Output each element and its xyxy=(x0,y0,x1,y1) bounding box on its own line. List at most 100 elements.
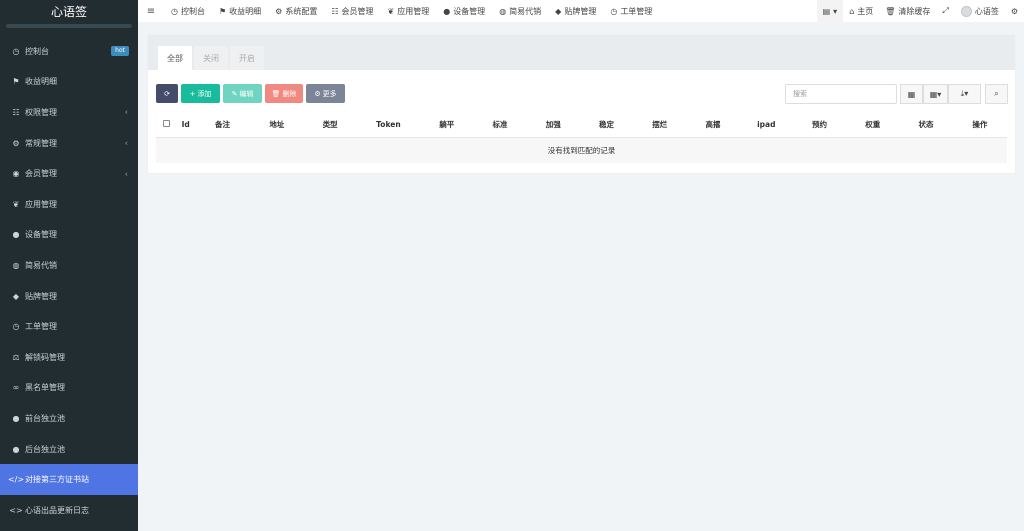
bicycle-icon: ∞ xyxy=(12,383,20,393)
gears-icon: ⚙ xyxy=(1010,6,1018,16)
delete-button[interactable]: 🗑 删除 xyxy=(265,84,303,103)
column-header[interactable]: 类型 xyxy=(303,113,357,138)
home-icon: ⌂ xyxy=(849,6,855,16)
status-tabs: 全部 关闭 开启 xyxy=(148,35,1015,70)
column-header[interactable]: 摆烂 xyxy=(633,113,687,138)
top-nav-item-6[interactable]: ◍ 简易代销 xyxy=(492,6,548,17)
download-icon: ⤓▾ xyxy=(960,89,969,98)
top-nav-item-5[interactable]: ● 设备管理 xyxy=(436,6,492,17)
user-circle-icon: ◉ xyxy=(12,169,20,179)
sidebar-item-label: 应用管理 xyxy=(25,199,57,209)
more-button[interactable]: ⚙ 更多 xyxy=(306,84,345,103)
clear-cache-button[interactable]: 🗑 清除缓存 xyxy=(879,0,936,22)
more-label: 更多 xyxy=(322,89,337,98)
sidebar-item-12[interactable]: ● 前台独立池 xyxy=(0,403,138,434)
sidebar-item-1[interactable]: ⚑ 收益明细 xyxy=(0,67,138,98)
user-menu[interactable]: 心语签 xyxy=(955,0,1005,22)
sidebar-item-label: 心语出品更新日志 xyxy=(25,505,89,515)
sidebar-item-label: 常规管理 xyxy=(25,138,57,148)
column-header[interactable]: 稳定 xyxy=(579,113,634,138)
sidebar-item-14[interactable]: </> 对接第三方证书站 xyxy=(0,464,138,495)
top-nav-label: 设备管理 xyxy=(453,6,486,16)
tags-icon: ◆ xyxy=(12,291,20,301)
column-header[interactable]: 地址 xyxy=(250,113,304,138)
table-toolbar: ⟳ + 添加 ✎ 编辑 🗑 删除 ⚙ 更多 搜索 ▦ ▦▾ ⤓▾ ⌕ xyxy=(148,70,1015,108)
sidebar-item-13[interactable]: ● 后台独立池 xyxy=(0,434,138,465)
menu-switch-button[interactable]: ▤ ▾ xyxy=(816,0,844,22)
refresh-icon: ⟳ xyxy=(164,89,170,98)
sidebar-toggle-icon[interactable]: ≡ xyxy=(138,6,164,17)
toggle-view-button[interactable]: ▦ xyxy=(900,84,923,104)
sidebar-item-15[interactable]: <> 心语出品更新日志 xyxy=(0,495,138,526)
tab-1[interactable]: 关闭 xyxy=(194,46,228,70)
column-header[interactable]: Token xyxy=(356,113,421,138)
chevron-left-icon: ‹ xyxy=(124,138,128,148)
hot-badge: hot xyxy=(111,46,129,57)
select-all-checkbox[interactable] xyxy=(162,120,170,128)
columns-button[interactable]: ▦▾ xyxy=(923,84,948,104)
sidebar-item-label: 前台独立池 xyxy=(25,413,65,423)
column-header[interactable]: 权重 xyxy=(846,113,900,138)
sidebar-item-label: 贴牌管理 xyxy=(25,291,57,301)
search-icon: ⌕ xyxy=(994,89,999,98)
settings-button[interactable]: ⚙ xyxy=(1005,0,1024,22)
gear-icon: ⚙ xyxy=(275,6,283,16)
sidebar-item-8[interactable]: ◆ 贴牌管理 xyxy=(0,281,138,312)
dashboard-icon: ◷ xyxy=(171,6,178,16)
sidebar-item-0[interactable]: ◷ 控制台 hot xyxy=(0,36,138,67)
sidebar-item-11[interactable]: ∞ 黑名单管理 xyxy=(0,373,138,404)
users-icon: ☷ xyxy=(331,6,339,16)
top-nav-label: 工单管理 xyxy=(620,6,653,16)
home-link[interactable]: ⌂ 主页 xyxy=(843,0,879,22)
column-header[interactable]: 躺平 xyxy=(420,113,474,138)
column-header[interactable]: 加强 xyxy=(526,113,580,138)
sidebar-item-6[interactable]: ● 设备管理 xyxy=(0,220,138,251)
edit-label: 编辑 xyxy=(239,89,254,98)
top-nav-item-0[interactable]: ◷ 控制台 xyxy=(164,6,212,17)
top-nav-item-4[interactable]: ❦ 应用管理 xyxy=(381,6,437,17)
refresh-button[interactable]: ⟳ xyxy=(156,84,178,103)
top-nav-item-7[interactable]: ◆ 贴牌管理 xyxy=(548,6,603,17)
sidebar-item-10[interactable]: ⚖ 解锁码管理 xyxy=(0,342,138,373)
column-header[interactable]: ipad xyxy=(739,113,793,138)
sidebar-item-4[interactable]: ◉ 会员管理 ‹ xyxy=(0,158,138,189)
top-nav-label: 会员管理 xyxy=(341,6,374,16)
top-nav-item-2[interactable]: ⚙ 系统配置 xyxy=(268,6,324,17)
column-header[interactable]: 标准 xyxy=(473,113,527,138)
top-nav-item-3[interactable]: ☷ 会员管理 xyxy=(324,6,380,17)
column-header[interactable]: Id xyxy=(176,113,195,138)
table-icon: ▦ xyxy=(907,89,916,99)
search-input[interactable]: 搜索 xyxy=(785,84,897,104)
column-header[interactable]: 操作 xyxy=(952,113,1007,138)
user-name: 心语签 xyxy=(974,6,999,16)
fullscreen-button[interactable]: ⤢ xyxy=(936,0,954,22)
circle-dots-icon: ◍ xyxy=(499,6,507,16)
tab-0[interactable]: 全部 xyxy=(158,46,192,70)
column-header[interactable]: 预约 xyxy=(792,113,847,138)
sidebar-item-9[interactable]: ◷ 工单管理 xyxy=(0,311,138,342)
tab-2[interactable]: 开启 xyxy=(230,46,264,70)
expand-icon: ⤢ xyxy=(942,6,949,15)
top-nav-item-8[interactable]: ◷ 工单管理 xyxy=(603,6,659,17)
sidebar-item-label: 简易代销 xyxy=(25,260,57,270)
sidebar-item-3[interactable]: ⚙ 常规管理 ‹ xyxy=(0,128,138,159)
column-header[interactable]: 状态 xyxy=(899,113,953,138)
export-button[interactable]: ⤓▾ xyxy=(948,84,981,104)
column-header[interactable]: 备注 xyxy=(194,113,251,138)
tags-icon: ◆ xyxy=(555,6,562,16)
sidebar-item-7[interactable]: ◍ 简易代销 xyxy=(0,250,138,281)
top-nav-label: 系统配置 xyxy=(285,6,318,16)
column-header[interactable]: 高撂 xyxy=(686,113,740,138)
sidebar-item-label: 对接第三方证书站 xyxy=(25,475,89,485)
edit-button[interactable]: ✎ 编辑 xyxy=(223,84,262,103)
app-logo[interactable]: 心语签 xyxy=(0,0,138,24)
advanced-search-button[interactable]: ⌕ xyxy=(985,84,1008,104)
add-button[interactable]: + 添加 xyxy=(181,84,220,103)
top-nav-label: 收益明细 xyxy=(229,6,262,16)
sidebar-item-2[interactable]: ☷ 权限管理 ‹ xyxy=(0,97,138,128)
gears-icon: ⚙ xyxy=(12,138,20,148)
top-nav-item-1[interactable]: ⚑ 收益明细 xyxy=(212,6,268,17)
code-icon: <> xyxy=(9,505,23,515)
code-icon: </> xyxy=(7,475,25,485)
sidebar-item-5[interactable]: ❦ 应用管理 xyxy=(0,189,138,220)
